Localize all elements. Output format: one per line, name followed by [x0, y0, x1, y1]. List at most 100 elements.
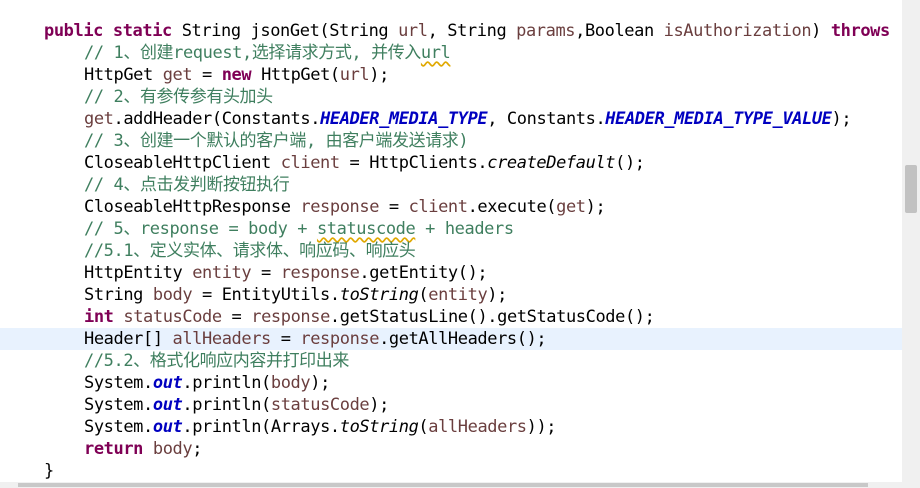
- code-token: ();: [615, 153, 645, 173]
- code-token: int: [84, 307, 114, 327]
- code-token: );: [310, 373, 330, 393]
- code-token: url: [339, 65, 370, 85]
- code-editor[interactable]: public static String jsonGet(String url,…: [0, 0, 902, 482]
- code-line[interactable]: int statusCode = response.getStatusLine(…: [0, 306, 902, 328]
- code-line[interactable]: String body = EntityUtils.toString(entit…: [0, 284, 902, 306]
- code-token: // 3、创建一个默认的客户端, 由客户端发送请求): [84, 131, 469, 151]
- code-token: ;: [192, 439, 203, 459]
- code-token: params: [516, 21, 576, 41]
- code-token: =: [270, 329, 301, 349]
- code-line[interactable]: CloseableHttpResponse response = client.…: [0, 196, 902, 218]
- code-token: =: [192, 65, 222, 85]
- code-token: , Constants.: [487, 109, 606, 129]
- code-token: CloseableHttpClient: [84, 153, 281, 173]
- code-token: // 2、有参传参有头加头: [84, 87, 273, 107]
- code-line[interactable]: //5.2、格式化响应内容并打印出来: [0, 350, 902, 372]
- code-line[interactable]: // 3、创建一个默认的客户端, 由客户端发送请求): [0, 130, 902, 152]
- code-token: // 4、点击发判断按钮执行: [84, 175, 290, 195]
- code-token: get: [162, 65, 193, 85]
- code-token: =: [251, 263, 281, 283]
- code-line[interactable]: public static String jsonGet(String url,…: [0, 20, 902, 42]
- code-token: .println(Arrays.: [182, 417, 340, 437]
- code-token: toString: [339, 285, 419, 305]
- code-token: HttpGet(: [251, 65, 340, 85]
- vertical-scrollbar-thumb[interactable]: [905, 165, 917, 213]
- code-token: response: [300, 197, 380, 217]
- code-line[interactable]: System.out.println(body);: [0, 372, 902, 394]
- code-token: );: [831, 109, 852, 129]
- code-token: statusCode: [123, 307, 222, 327]
- code-line[interactable]: // 1、创建request,选择请求方式, 并传入url: [0, 42, 902, 64]
- code-token: (: [418, 417, 429, 437]
- code-token: statusCode: [270, 395, 370, 415]
- code-token: throws: [830, 21, 890, 41]
- code-token: //5.2、格式化响应内容并打印出来: [84, 351, 349, 371]
- code-token: static: [112, 21, 172, 41]
- scrollbar-corner: [902, 482, 920, 488]
- code-line[interactable]: //5.1、定义实体、请求体、响应码、响应头: [0, 240, 902, 262]
- vertical-scrollbar[interactable]: [902, 0, 920, 482]
- code-token: );: [585, 197, 606, 217]
- code-token: entity: [428, 285, 488, 305]
- code-line[interactable]: }: [0, 460, 902, 482]
- code-line[interactable]: return body;: [0, 438, 902, 460]
- code-token: new: [221, 65, 252, 85]
- code-token: .println(: [182, 373, 271, 393]
- code-line[interactable]: CloseableHttpClient client = HttpClients…: [0, 152, 902, 174]
- code-token: toString: [339, 417, 419, 437]
- code-token: public: [44, 21, 104, 41]
- code-token: (: [418, 285, 429, 305]
- code-token: get: [84, 109, 114, 129]
- code-token: =: [379, 197, 409, 217]
- code-token: , String: [427, 21, 517, 41]
- code-token: System.: [84, 373, 153, 393]
- code-token: out: [152, 395, 183, 415]
- code-token: client: [408, 197, 468, 217]
- code-line[interactable]: // 2、有参传参有头加头: [0, 86, 902, 108]
- code-line[interactable]: get.addHeader(Constants.HEADER_MEDIA_TYP…: [0, 108, 902, 130]
- code-token: entity: [192, 263, 252, 283]
- code-token: get: [556, 197, 586, 217]
- code-token: );: [369, 395, 389, 415]
- code-token: body: [152, 439, 193, 459]
- code-line[interactable]: System.out.println(statusCode);: [0, 394, 902, 416]
- code-token: response: [300, 329, 380, 349]
- code-line[interactable]: HttpEntity entity = response.getEntity()…: [0, 262, 902, 284]
- code-token: body: [270, 373, 311, 393]
- code-token: = EntityUtils.: [192, 285, 340, 305]
- code-token: );: [369, 65, 389, 85]
- code-line[interactable]: Header[] allHeaders = response.getAllHea…: [0, 328, 902, 350]
- code-token: isAuthorization: [663, 21, 812, 41]
- code-token: =: [221, 307, 252, 327]
- horizontal-scrollbar-thumb[interactable]: [18, 483, 868, 487]
- code-token: String jsonGet(String: [171, 21, 399, 41]
- code-token: response: [251, 307, 330, 327]
- code-line[interactable]: HttpGet get = new HttpGet(url);: [0, 64, 902, 86]
- code-token: );: [487, 285, 507, 305]
- code-token: // 5、response = body +: [84, 219, 317, 239]
- code-token: }: [44, 461, 54, 481]
- code-line[interactable]: // 5、response = body + statuscode + head…: [0, 218, 902, 240]
- code-token: out: [152, 417, 183, 437]
- code-token: HEADER_MEDIA_TYPE_VALUE: [605, 109, 832, 129]
- code-token: // 1、创建request,选择请求方式, 并传入: [84, 43, 421, 63]
- code-token: //5.1、定义实体、请求体、响应码、响应头: [84, 241, 416, 261]
- code-token: return: [84, 439, 144, 459]
- code-token: createDefault: [487, 153, 616, 173]
- code-token: ): [811, 21, 831, 41]
- code-token: .getAllHeaders();: [379, 329, 547, 349]
- code-line[interactable]: // 4、点击发判断按钮执行: [0, 174, 902, 196]
- code-token: url: [420, 43, 451, 63]
- code-token: .println(: [182, 395, 271, 415]
- code-token: HEADER_MEDIA_TYPE: [320, 109, 488, 129]
- code-token: = HttpClients.: [339, 153, 488, 173]
- code-token: System.: [84, 417, 153, 437]
- code-token: String: [84, 285, 153, 305]
- code-token: .getStatusLine().getStatusCode();: [329, 307, 655, 327]
- code-token: url: [398, 21, 428, 41]
- code-token: ));: [526, 417, 557, 437]
- code-line[interactable]: System.out.println(Arrays.toString(allHe…: [0, 416, 902, 438]
- horizontal-scrollbar[interactable]: [0, 482, 902, 488]
